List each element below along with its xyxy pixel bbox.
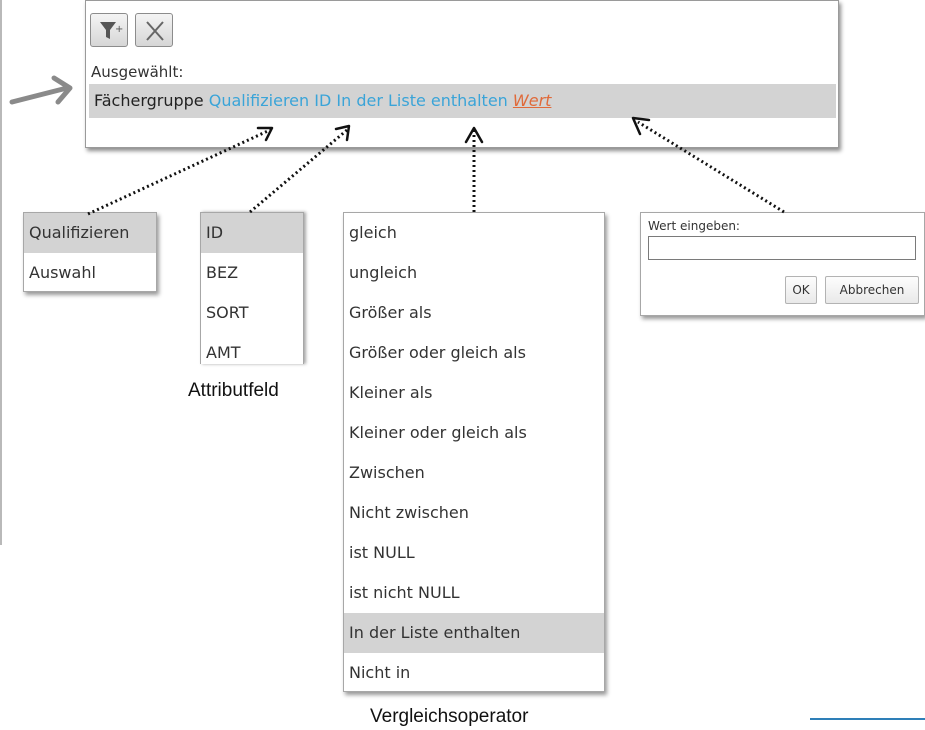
operator-option[interactable]: Nicht zwischen [344, 493, 604, 533]
value-token-link[interactable]: Wert [513, 91, 552, 110]
value-input-label: Wert eingeben: [648, 219, 740, 233]
qualifier-option[interactable]: Qualifizieren [24, 213, 156, 253]
value-input-dialog: Wert eingeben: OK Abbrechen [640, 212, 925, 316]
attribute-token[interactable]: ID [314, 91, 331, 110]
operator-caption: Vergleichsoperator [370, 706, 529, 727]
operator-option[interactable]: Zwischen [344, 453, 604, 493]
cancel-button[interactable]: Abbrechen [825, 276, 919, 304]
operator-option[interactable]: Größer als [344, 293, 604, 333]
operator-option[interactable]: Größer oder gleich als [344, 333, 604, 373]
attribute-option[interactable]: ID [201, 213, 303, 253]
field-group-token: Fächergruppe [94, 91, 204, 110]
pointer-arrow-icon [9, 75, 73, 105]
attribute-option[interactable]: SORT [201, 293, 303, 333]
operator-option[interactable]: ist NULL [344, 533, 604, 573]
svg-text:+: + [115, 24, 123, 35]
qualifier-token[interactable]: Qualifizieren [209, 91, 309, 110]
clear-filter-button[interactable] [135, 13, 173, 47]
value-input-field[interactable] [648, 236, 916, 260]
operator-option[interactable]: gleich [344, 213, 604, 253]
operator-dropdown: gleich ungleich Größer als Größer oder g… [343, 212, 605, 692]
operator-option[interactable]: ist nicht NULL [344, 573, 604, 613]
operator-token[interactable]: In der Liste enthalten [336, 91, 507, 110]
operator-option[interactable]: In der Liste enthalten [344, 613, 604, 653]
filter-panel: + Ausgewählt: Fächergruppe Qualifizieren… [85, 0, 839, 148]
operator-option[interactable]: Kleiner oder gleich als [344, 413, 604, 453]
selected-expression-row: Fächergruppe Qualifizieren ID In der Lis… [89, 84, 836, 118]
operator-option[interactable]: Kleiner als [344, 373, 604, 413]
qualifier-dropdown: Qualifizieren Auswahl [23, 212, 157, 292]
operator-option[interactable]: ungleich [344, 253, 604, 293]
attribute-option[interactable]: BEZ [201, 253, 303, 293]
operator-option[interactable]: Nicht in [344, 653, 604, 693]
qualifier-option[interactable]: Auswahl [24, 253, 156, 293]
bottom-rule [810, 718, 925, 720]
attribute-caption: Attributfeld [188, 380, 279, 401]
ok-button[interactable]: OK [785, 276, 817, 304]
add-filter-button[interactable]: + [90, 13, 128, 47]
selected-label: Ausgewählt: [91, 63, 184, 81]
left-divider [0, 0, 2, 545]
attribute-option[interactable]: AMT [201, 333, 303, 365]
attribute-dropdown: ID BEZ SORT AMT [200, 212, 304, 364]
